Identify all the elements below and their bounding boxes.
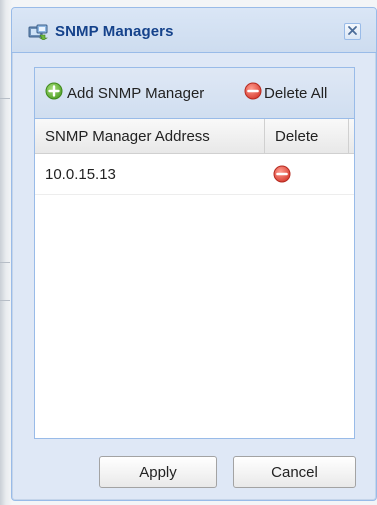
column-separator xyxy=(348,119,349,153)
grid-header: SNMP Manager Address Delete xyxy=(35,119,354,154)
dialog-titlebar[interactable]: SNMP Managers xyxy=(12,8,376,53)
snmp-managers-dialog: SNMP Managers Add SNMP Manager Delete Al… xyxy=(11,7,377,501)
delete-all-button[interactable]: Delete All xyxy=(244,82,327,104)
snmp-managers-panel: Add SNMP Manager Delete All SNMP Manager… xyxy=(34,67,355,439)
column-header-address[interactable]: SNMP Manager Address xyxy=(45,119,260,153)
close-icon xyxy=(347,23,358,41)
background-divider xyxy=(0,98,10,99)
row-delete-button[interactable] xyxy=(273,165,291,183)
dialog-title: SNMP Managers xyxy=(55,23,174,40)
network-server-icon xyxy=(28,24,49,41)
add-snmp-manager-button[interactable]: Add SNMP Manager xyxy=(45,82,204,104)
add-snmp-manager-label: Add SNMP Manager xyxy=(67,84,205,102)
background-divider xyxy=(0,300,10,301)
remove-circle-icon xyxy=(244,82,262,105)
grid-toolbar: Add SNMP Manager Delete All xyxy=(35,68,354,119)
table-row[interactable]: 10.0.15.13 xyxy=(35,154,354,195)
background-divider xyxy=(0,262,10,263)
column-separator xyxy=(264,119,265,153)
close-button[interactable] xyxy=(344,23,361,40)
cancel-button[interactable]: Cancel xyxy=(233,456,356,488)
remove-circle-icon xyxy=(273,165,291,183)
manager-address-cell: 10.0.15.13 xyxy=(45,165,116,183)
column-header-delete[interactable]: Delete xyxy=(275,119,345,153)
delete-all-label: Delete All xyxy=(264,84,328,102)
apply-button[interactable]: Apply xyxy=(99,456,217,488)
add-circle-icon xyxy=(45,82,63,105)
